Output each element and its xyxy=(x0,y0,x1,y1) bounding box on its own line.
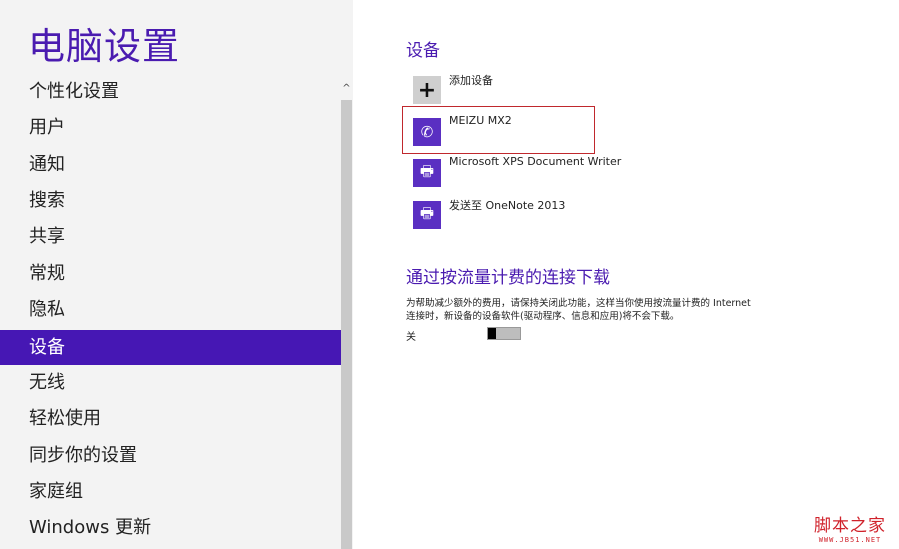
nav-search[interactable]: 搜索 xyxy=(0,183,341,218)
device-label: Microsoft XPS Document Writer xyxy=(449,155,622,168)
devices-heading: 设备 xyxy=(406,41,440,61)
watermark-title: 脚本之家 xyxy=(814,516,886,536)
page-title: 电脑设置 xyxy=(28,25,180,68)
watermark-url: WWW.JB51.NET xyxy=(818,536,882,544)
watermark: 脚本之家 WWW.JB51.NET xyxy=(814,511,886,544)
printer-document-icon: 🖶 xyxy=(413,159,441,187)
nav-windows-update[interactable]: Windows 更新 xyxy=(0,510,341,545)
metered-download-toggle[interactable] xyxy=(487,327,521,340)
scroll-up-arrow-icon[interactable]: ^ xyxy=(341,76,352,100)
device-label: 发送至 OneNote 2013 xyxy=(449,199,566,212)
nav-personalize[interactable]: 个性化设置 xyxy=(0,74,341,109)
plus-icon: + xyxy=(413,76,441,104)
settings-sidebar: 电脑设置 个性化设置 用户 通知 搜索 共享 常规 隐私 设备 无线 轻松使用 … xyxy=(0,0,353,549)
nav-homegroup[interactable]: 家庭组 xyxy=(0,474,341,509)
nav-sync[interactable]: 同步你的设置 xyxy=(0,438,341,473)
toggle-state-label: 关 xyxy=(406,332,416,343)
nav-ease-of-access[interactable]: 轻松使用 xyxy=(0,401,341,436)
scrollbar[interactable]: ^ xyxy=(341,76,352,549)
nav-wireless[interactable]: 无线 xyxy=(0,365,341,400)
nav-notifications[interactable]: 通知 xyxy=(0,147,341,182)
scrollbar-thumb[interactable] xyxy=(341,100,352,549)
device-label: 添加设备 xyxy=(449,74,493,87)
nav-users[interactable]: 用户 xyxy=(0,110,341,145)
metered-description: 为帮助减少额外的费用，请保持关闭此功能，这样当你使用按流量计费的 Interne… xyxy=(406,297,786,323)
nav-devices[interactable]: 设备 xyxy=(0,330,341,365)
description-line: 连接时，新设备的设备软件(驱动程序、信息和应用)将不会下载。 xyxy=(406,311,680,322)
highlight-box xyxy=(402,106,595,154)
nav-share[interactable]: 共享 xyxy=(0,219,341,254)
description-line: 为帮助减少额外的费用，请保持关闭此功能，这样当你使用按流量计费的 Interne… xyxy=(406,298,751,309)
metered-heading: 通过按流量计费的连接下载 xyxy=(406,268,610,288)
nav-privacy[interactable]: 隐私 xyxy=(0,292,341,327)
toggle-knob[interactable] xyxy=(488,328,496,339)
printer-icon: 🖶 xyxy=(413,201,441,229)
nav-general[interactable]: 常规 xyxy=(0,256,341,291)
